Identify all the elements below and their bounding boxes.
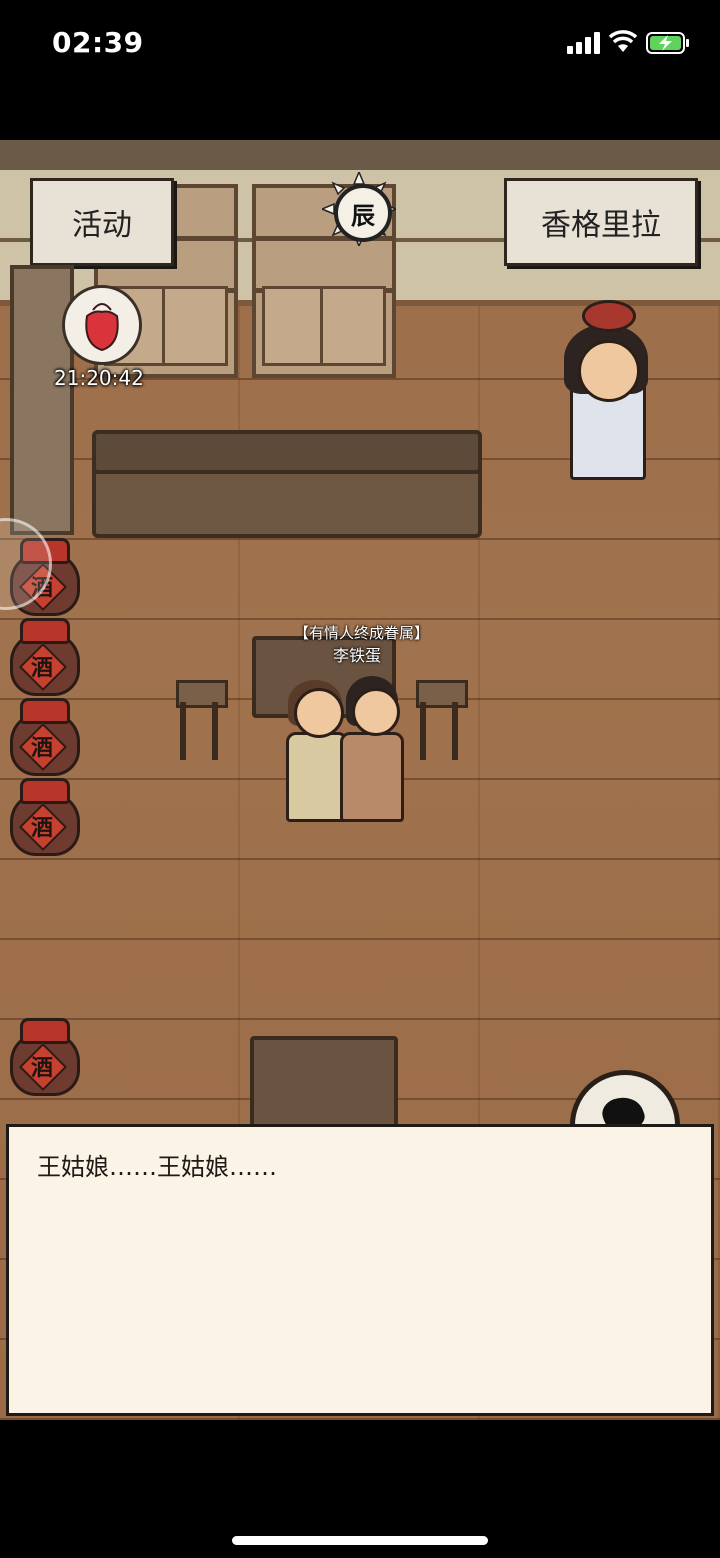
time-of-day-badge[interactable]: 辰 [334, 184, 392, 242]
status-bar: 02:39 [0, 0, 720, 90]
location-button[interactable]: 香格里拉 [504, 178, 698, 266]
dialog-box[interactable]: 王姑娘……王姑娘…… [6, 1124, 714, 1416]
ceiling-beam [0, 140, 720, 173]
jar-label: 酒 [30, 1056, 53, 1081]
player-title: 【有情人终成眷属】 [294, 624, 430, 642]
wine-jar: 酒 [6, 616, 80, 696]
event-timer: 21:20:42 [54, 366, 144, 390]
activity-button[interactable]: 活动 [30, 178, 174, 266]
wifi-icon [608, 30, 638, 52]
stool-right [416, 680, 468, 760]
dialog-text: 王姑娘……王姑娘…… [37, 1153, 277, 1181]
npc-character[interactable] [556, 300, 656, 480]
wine-jar: 酒 [6, 776, 80, 856]
jar-label: 酒 [30, 656, 53, 681]
status-time: 02:39 [52, 26, 144, 59]
lucky-bag-icon[interactable] [62, 285, 142, 365]
counter-desk [92, 430, 482, 538]
player-character[interactable] [282, 676, 406, 822]
wine-jar: 酒 [6, 1016, 80, 1096]
player-name: 李铁蛋 [333, 646, 382, 665]
home-indicator[interactable] [232, 1536, 488, 1545]
jar-label: 酒 [30, 736, 53, 761]
dining-table-lower [250, 1036, 398, 1128]
battery-charging-icon [646, 32, 689, 54]
cellular-signal-icon [567, 32, 601, 54]
jar-label: 酒 [30, 816, 53, 841]
wine-jar: 酒 [6, 696, 80, 776]
stool-left [176, 680, 228, 760]
